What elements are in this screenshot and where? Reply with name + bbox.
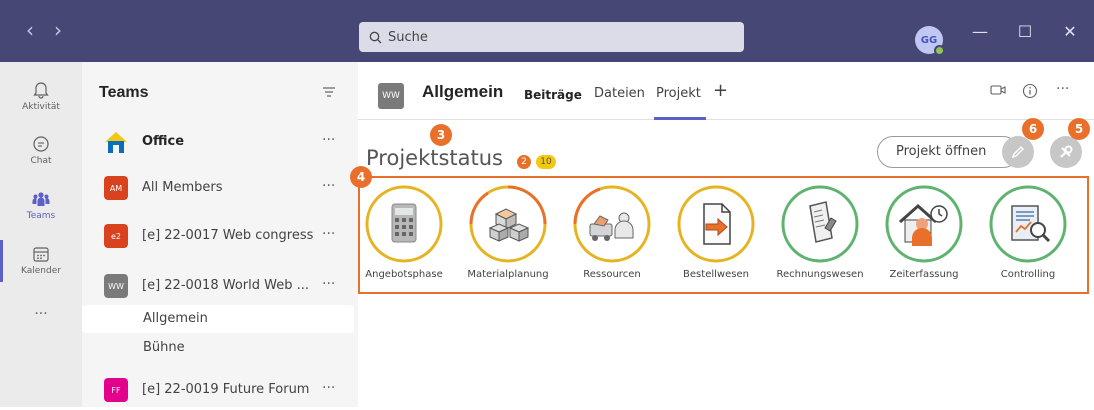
team-item-all-members[interactable]: AM All Members ···: [82, 168, 358, 208]
resources-icon: [573, 185, 651, 263]
add-tab-button[interactable]: +: [713, 80, 728, 101]
more-options-icon[interactable]: ···: [322, 276, 335, 292]
search-placeholder: Suche: [388, 29, 428, 45]
avatar-initials: GG: [920, 34, 938, 46]
sidebar-title: Teams: [99, 84, 149, 101]
team-logo: AM: [104, 176, 128, 200]
phase-label: Bestellwesen: [683, 269, 749, 280]
status-badge-red: 2: [517, 155, 531, 169]
pencil-icon: [1011, 146, 1024, 159]
boxes-icon: [469, 185, 547, 263]
rail-label: Aktivität: [22, 102, 60, 112]
team-logo: e2: [104, 224, 128, 248]
channel-title: Allgemein: [422, 82, 504, 101]
phase-controlling[interactable]: Controlling: [978, 184, 1078, 280]
close-button[interactable]: ✕: [1055, 22, 1085, 41]
phase-zeiterfassung[interactable]: Zeiterfassung: [874, 184, 974, 280]
open-project-label: Projekt öffnen: [896, 144, 987, 159]
home-icon: [105, 132, 127, 153]
user-avatar[interactable]: GG: [915, 26, 945, 56]
calculator-icon: [365, 185, 443, 263]
phase-label: Controlling: [1000, 269, 1056, 280]
phase-label: Ressourcen: [583, 269, 641, 280]
channel-team-logo: WW: [378, 83, 404, 109]
tools-icon: [1060, 145, 1073, 158]
bell-icon: [33, 82, 49, 99]
more-options-icon[interactable]: ···: [1056, 81, 1069, 97]
phase-bestellwesen[interactable]: Bestellwesen: [666, 184, 766, 280]
project-tab-content: 3 Projektstatus 2 10 Projekt öffnen 6 5 …: [350, 118, 1094, 407]
team-item-world-web[interactable]: WW [e] 22-0018 World Web ... ···: [82, 266, 358, 306]
project-status-title: Projektstatus: [366, 146, 503, 170]
info-icon[interactable]: [1022, 83, 1038, 99]
tab-dateien[interactable]: Dateien: [594, 86, 645, 101]
rail-label: Teams: [26, 211, 56, 221]
phase-materialplanung[interactable]: Materialplanung: [458, 184, 558, 280]
app-rail: Aktivität Chat Teams Kalender ···: [0, 62, 82, 407]
phase-overview: 4 Angebotsphase Materialplanung Ressourc…: [350, 166, 1089, 294]
team-name: [e] 22-0018 World Web ...: [142, 278, 309, 293]
team-logo: FF: [104, 378, 128, 402]
phase-ressourcen[interactable]: Ressourcen: [562, 184, 662, 280]
title-bar: ‹ › Suche GG — ☐ ✕: [0, 0, 1094, 62]
settings-button[interactable]: [1050, 136, 1082, 168]
team-name: [e] 22-0019 Future Forum: [142, 382, 310, 397]
teams-sidebar: Teams Office ··· AM All Members ··· e2 […: [82, 62, 358, 407]
team-name: [e] 22-0017 Web congress: [142, 228, 314, 243]
controlling-icon: [989, 185, 1067, 263]
rail-item-chat[interactable]: Chat: [0, 134, 82, 166]
calendar-icon: [33, 247, 49, 262]
team-item-web-congress[interactable]: e2 [e] 22-0017 Web congress ···: [82, 216, 358, 256]
channel-header: WW Allgemein Beiträge Dateien Projekt + …: [358, 62, 1094, 120]
phase-label: Angebotsphase: [365, 269, 443, 280]
tab-projekt[interactable]: Projekt: [656, 86, 701, 101]
phase-label: Materialplanung: [467, 269, 549, 280]
phase-label: Zeiterfassung: [889, 269, 959, 280]
edit-button[interactable]: [1002, 136, 1034, 168]
more-apps-button[interactable]: ···: [0, 306, 82, 322]
team-name: Office: [142, 134, 185, 149]
invoice-icon: [781, 185, 859, 263]
more-options-icon[interactable]: ···: [322, 132, 335, 148]
rail-label: Kalender: [21, 266, 61, 276]
teams-icon: [32, 192, 50, 206]
chat-icon: [33, 136, 49, 152]
more-options-icon[interactable]: ···: [322, 226, 335, 242]
channel-allgemein[interactable]: Allgemein: [82, 305, 354, 333]
rail-item-kalender[interactable]: Kalender: [0, 244, 82, 276]
phase-label: Rechnungswesen: [776, 269, 864, 280]
tab-beitraege[interactable]: Beiträge: [524, 88, 582, 102]
more-options-icon[interactable]: ···: [322, 178, 335, 194]
rail-item-aktivitaet[interactable]: Aktivität: [0, 80, 82, 112]
forward-arrow-icon[interactable]: ›: [54, 18, 62, 42]
search-input[interactable]: Suche: [359, 22, 744, 52]
rail-item-teams[interactable]: Teams: [0, 189, 82, 221]
time-tracking-icon: [885, 185, 963, 263]
status-badge-yellow: 10: [536, 155, 556, 169]
team-item-office[interactable]: Office ···: [82, 122, 358, 162]
team-item-future-forum[interactable]: FF [e] 22-0019 Future Forum ···: [82, 370, 358, 410]
team-logo: WW: [104, 274, 128, 298]
document-arrow-icon: [677, 185, 755, 263]
presence-status-icon: [934, 45, 945, 56]
more-options-icon[interactable]: ···: [322, 380, 335, 396]
search-icon: [369, 31, 382, 43]
open-project-button[interactable]: Projekt öffnen: [877, 136, 1019, 168]
minimize-button[interactable]: —: [965, 22, 995, 41]
phase-angebotsphase[interactable]: Angebotsphase: [354, 184, 454, 280]
marker-6: 6: [1022, 118, 1044, 140]
back-arrow-icon[interactable]: ‹: [26, 18, 34, 42]
filter-icon[interactable]: [322, 86, 336, 98]
team-name: All Members: [142, 180, 223, 195]
marker-5: 5: [1068, 118, 1090, 140]
rail-label: Chat: [30, 156, 52, 166]
channel-buehne[interactable]: Bühne: [82, 334, 354, 362]
maximize-button[interactable]: ☐: [1010, 22, 1040, 41]
marker-3: 3: [430, 124, 452, 146]
phase-rechnungswesen[interactable]: Rechnungswesen: [770, 184, 870, 280]
video-call-icon[interactable]: [990, 83, 1006, 97]
